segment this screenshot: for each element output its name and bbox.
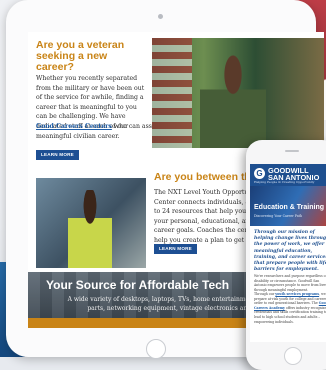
youth-learn-more-button[interactable]: LEARN MORE xyxy=(154,244,197,254)
veteran-person-image xyxy=(200,54,266,148)
phone-lead-text: Through our mission of helping change li… xyxy=(254,230,326,273)
phone-paragraph-1: We're researchers and purpose regardless… xyxy=(254,274,326,292)
phone-header: G GOODWILL SAN ANTONIO Helping People & … xyxy=(250,164,326,186)
paragraph-2-text: Through our xyxy=(254,292,276,296)
hero-subtitle: Discovering Your Career Path xyxy=(254,214,302,218)
tablet-camera xyxy=(158,14,163,19)
veteran-learn-more-button[interactable]: LEARN MORE xyxy=(36,150,79,160)
goodwill-logo-icon[interactable]: G xyxy=(254,168,265,179)
veteran-heading: Are you a veteran seeking a new career? xyxy=(36,39,125,73)
flag-image xyxy=(152,38,192,148)
phone-device: G GOODWILL SAN ANTONIO Helping People & … xyxy=(246,140,326,370)
logo-tagline: Helping People & Creating Opportunity xyxy=(254,180,315,184)
phone-screen: G GOODWILL SAN ANTONIO Helping People & … xyxy=(250,164,326,342)
youth-student-image xyxy=(68,190,112,268)
phone-speaker xyxy=(285,150,299,152)
phone-paragraph-2: Through our youth services programs, we … xyxy=(254,292,326,324)
youth-photo xyxy=(36,178,146,268)
goodwill-logo-text[interactable]: GOODWILL SAN ANTONIO xyxy=(268,167,319,181)
phone-hero: Education & Training Discovering Your Ca… xyxy=(250,186,326,226)
veteran-photo xyxy=(152,38,324,148)
youth-services-link[interactable]: youth services programs xyxy=(275,292,319,296)
hero-title: Education & Training xyxy=(254,204,325,211)
good-careers-centers-link[interactable]: Good Careers Centers xyxy=(36,123,112,130)
phone-home-button[interactable] xyxy=(284,347,302,365)
tablet-home-button[interactable] xyxy=(146,339,166,359)
